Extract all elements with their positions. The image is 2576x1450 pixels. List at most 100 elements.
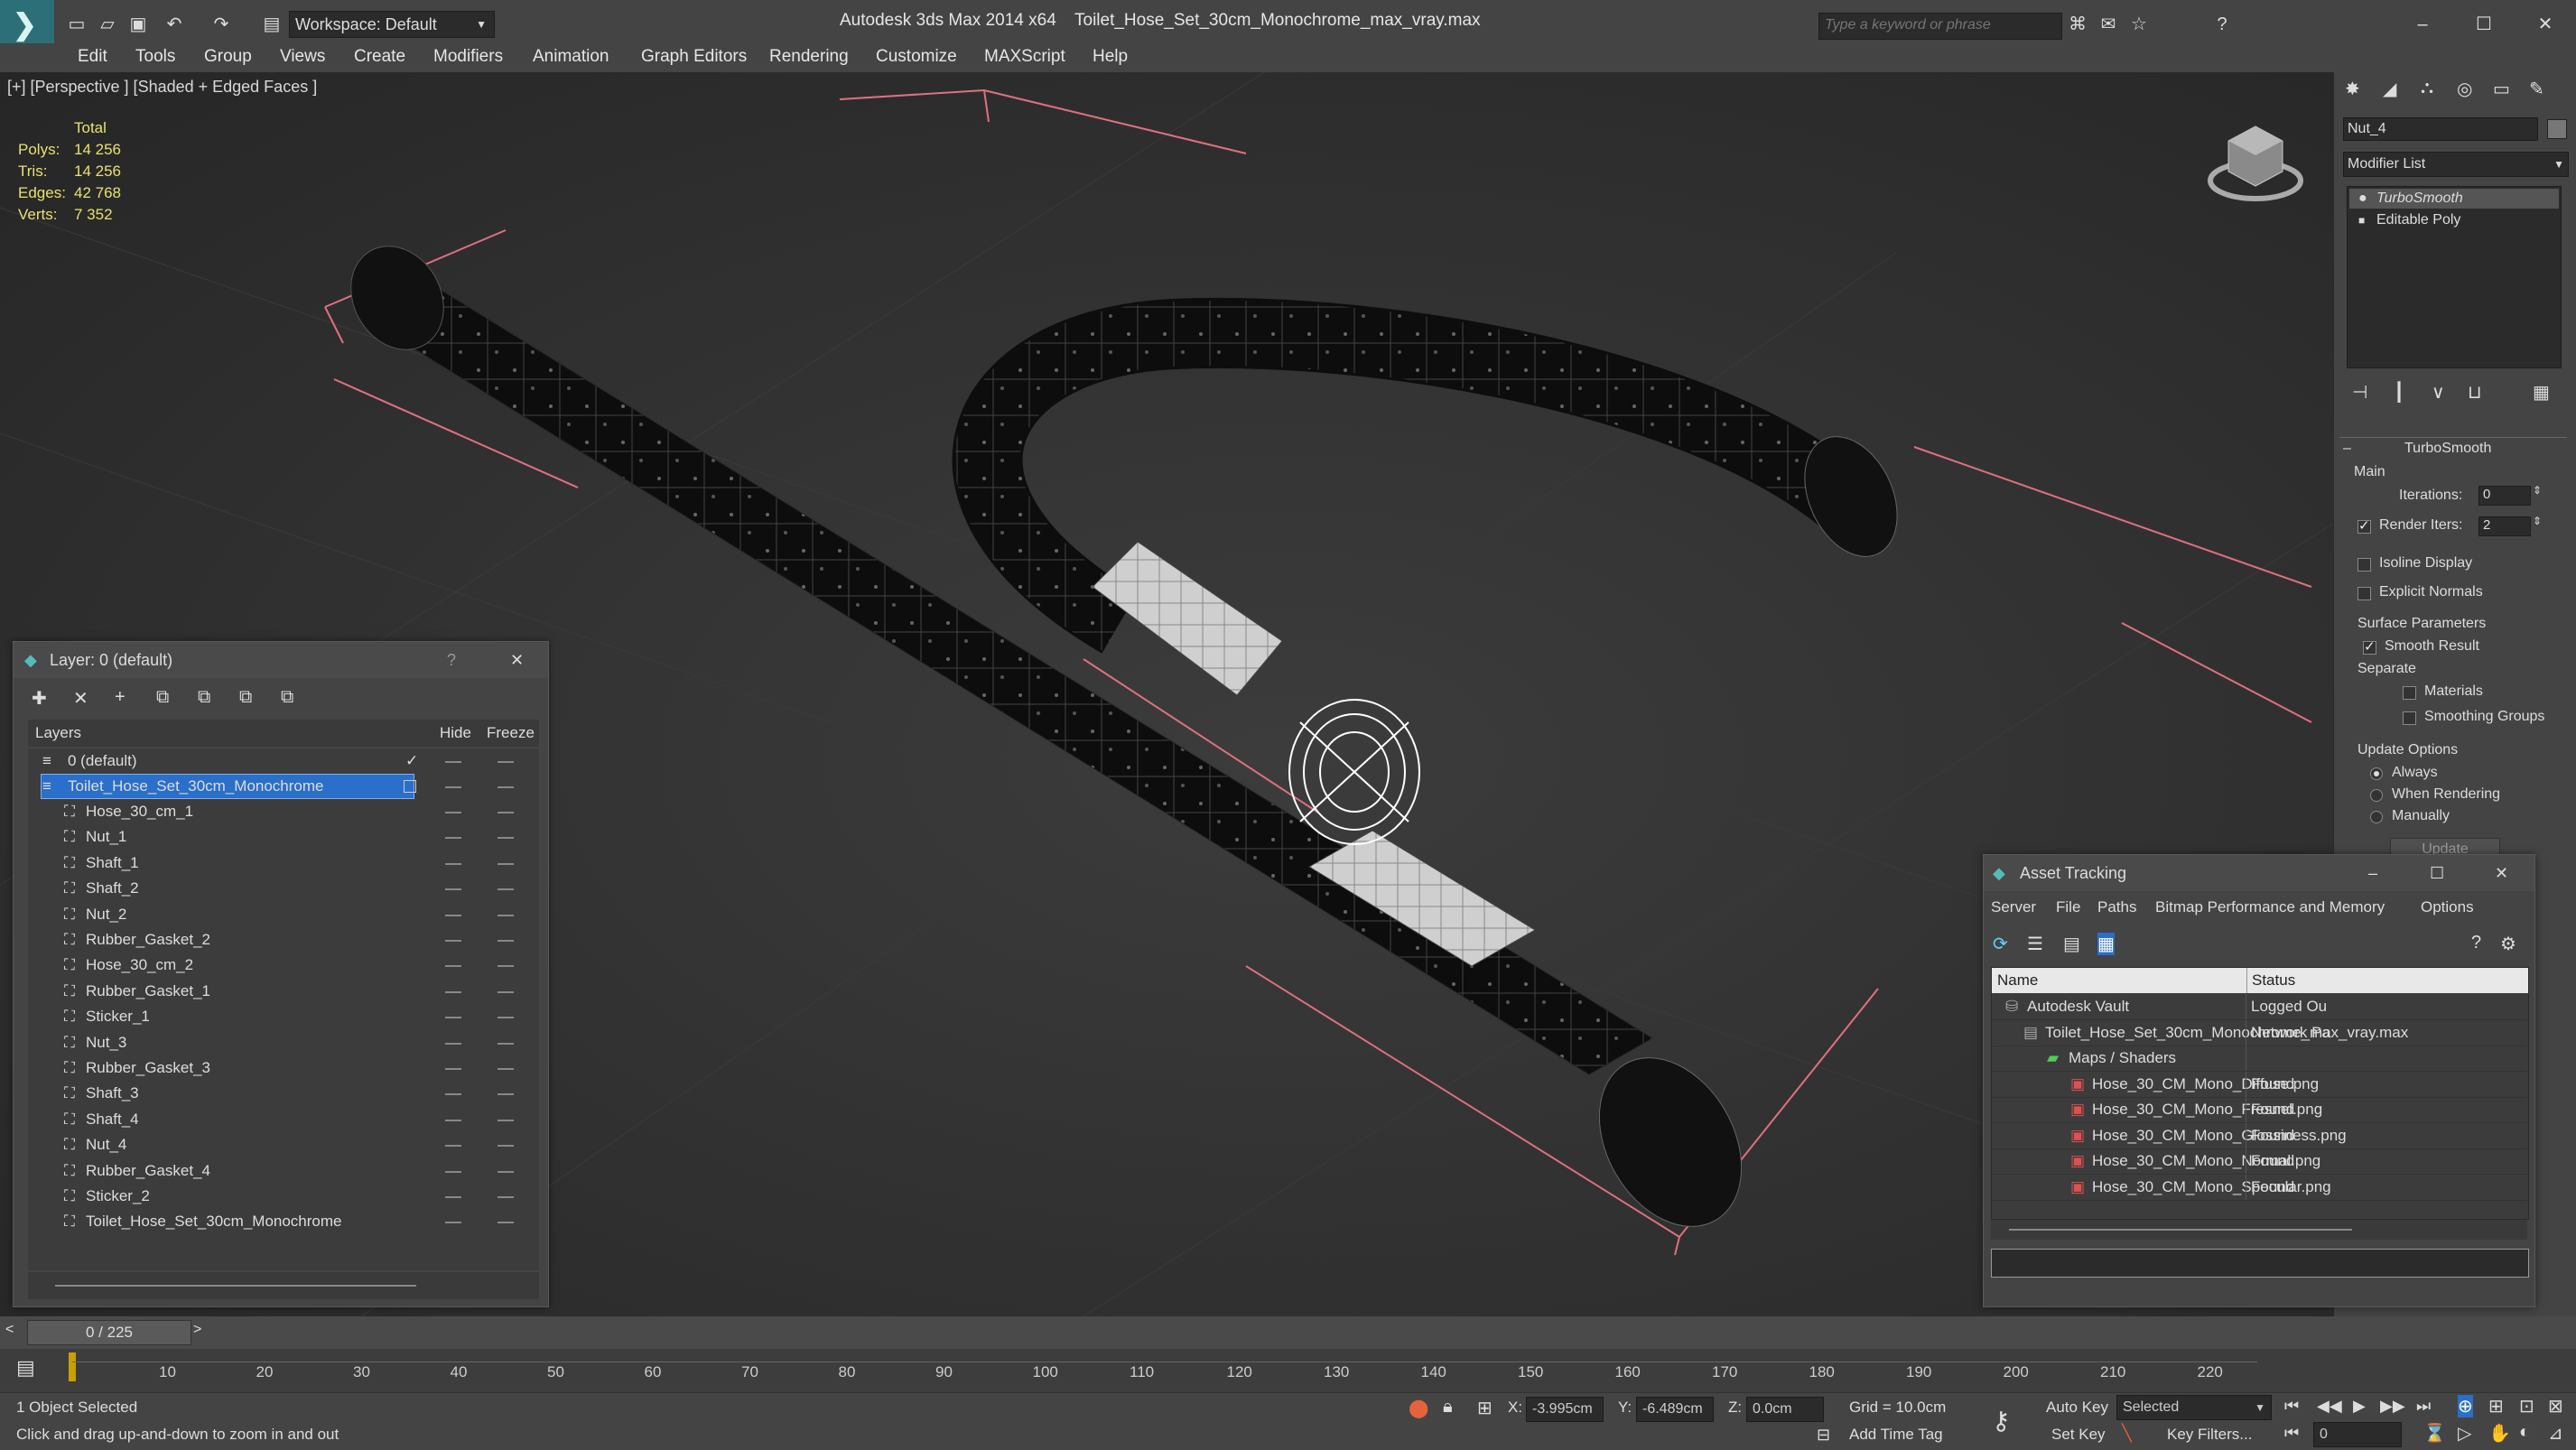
next-frame-icon[interactable]: > [193,1322,201,1338]
modifier-list-dropdown[interactable]: Modifier List ▼ [2343,152,2569,177]
pan-view-icon[interactable]: ✋ [2488,1422,2511,1445]
add-to-layer-icon[interactable]: + [115,687,126,708]
project-folder-icon[interactable]: ▤ [260,13,284,36]
viewcube-icon[interactable] [2207,117,2304,208]
table-view-icon[interactable]: ▦ [2097,933,2115,955]
layer-object-row[interactable]: ⛶ Nut_2 [28,902,539,927]
selection-lock-icon[interactable]: 🔒︎ [1443,1397,1453,1417]
go-to-end-icon[interactable]: ⏭ [2416,1397,2431,1416]
menu-views[interactable]: Views [273,43,332,70]
layer-object-row[interactable]: ⛶ Nut_4 [28,1132,539,1157]
time-slider-thumb[interactable]: 0 / 225 [27,1320,191,1345]
communication-center-icon[interactable]: ✉ [2097,13,2120,36]
layer-object-row[interactable]: ⛶ Shaft_3 [28,1081,539,1106]
freeze-toggle[interactable] [498,837,514,840]
menu-create[interactable]: Create [347,43,413,70]
key-selection-dropdown[interactable]: Selected ▼ [2116,1395,2272,1420]
explicit-normals-checkbox[interactable] [2357,587,2371,600]
layer-row-active[interactable]: ≡ Toilet_Hose_Set_30cm_Monochrome [28,774,539,799]
orbit-icon[interactable]: ◐ [2519,1422,2530,1443]
freeze-toggle[interactable] [498,990,514,993]
hide-toggle[interactable] [445,1017,461,1019]
col-status[interactable]: Status [2252,968,2295,993]
hide-toggle[interactable] [445,888,461,891]
freeze-toggle[interactable] [498,862,514,865]
close-icon[interactable]: ✕ [2495,855,2508,891]
layer-object-row[interactable]: ⛶ Rubber_Gasket_2 [28,927,539,953]
hide-toggle[interactable] [445,914,461,916]
refresh-icon[interactable]: ⟳ [1993,933,2008,955]
help-icon[interactable]: ? [447,642,456,678]
mini-curve-editor-icon[interactable]: ▤ [16,1356,35,1380]
col-layers[interactable]: Layers [35,720,81,747]
freeze-toggle[interactable] [498,965,514,968]
remove-modifier-icon[interactable]: ⊔ [2468,381,2482,404]
when-rendering-radio[interactable] [2370,789,2383,802]
hide-toggle[interactable] [445,1119,461,1121]
zoom-extents-icon[interactable]: ⊡ [2519,1395,2534,1417]
auto-key-button[interactable]: Auto Key [2046,1399,2108,1417]
workspace-dropdown[interactable]: Workspace: Default ▼ [289,11,495,38]
menu-graph-editors[interactable]: Graph Editors [634,43,754,70]
track-bar[interactable]: ▤ 10 20 30 40 50 60 70 80 90 100 110 120 130 140 150 16… [0,1349,2576,1392]
smoothing-groups-checkbox[interactable] [2403,711,2416,725]
hide-toggle[interactable] [445,940,461,942]
layer-object-row[interactable]: ⛶ Sticker_2 [28,1184,539,1209]
time-tag-icon[interactable]: ⊟ [1817,1426,1830,1445]
freeze-toggle[interactable] [498,1017,514,1019]
go-to-start-icon[interactable]: ⏮ [2284,1397,2299,1416]
motion-tab-icon[interactable]: ◎ [2457,78,2472,100]
hide-toggle[interactable] [445,862,461,865]
menu-rendering[interactable]: Rendering [762,43,856,70]
key-mode-toggle-icon[interactable]: ⏮ [2284,1424,2299,1443]
spinner-arrows-icon[interactable]: ⇕ [2533,515,2542,527]
redo-icon[interactable]: ↷ [209,13,233,36]
layer-object-row[interactable]: ⛶ Rubber_Gasket_4 [28,1158,539,1184]
asset-row[interactable]: ▣ Hose_30_CM_Mono_Glossiness.png Found [1991,1122,2527,1149]
undo-icon[interactable]: ↶ [163,13,186,36]
maximize-icon[interactable]: ☐ [2472,13,2496,36]
maximize-viewport-icon[interactable]: ⊿ [2548,1422,2563,1445]
freeze-toggle[interactable] [498,786,514,788]
minimize-icon[interactable]: – [2368,855,2377,891]
asset-row[interactable]: ▣ Hose_30_CM_Mono_Diffuse.png Found [1991,1071,2527,1098]
prev-frame-icon[interactable]: < [5,1322,14,1338]
isolate-selection-icon[interactable]: ⬤ [1409,1397,1428,1419]
absolute-mode-icon[interactable]: ⊞ [1477,1397,1493,1419]
new-file-icon[interactable]: ▭ [65,13,88,36]
layer-object-row[interactable]: ⛶ Shaft_1 [28,850,539,876]
always-radio[interactable] [2370,767,2383,780]
asset-row[interactable]: ▣ Hose_30_CM_Mono_Specular.png Found [1991,1174,2527,1201]
asset-row[interactable]: ▣ Hose_30_CM_Mono_Normal.png Found [1991,1148,2527,1175]
minimize-icon[interactable]: – [2411,13,2434,36]
layer-object-row[interactable]: ⛶ Toilet_Hose_Set_30cm_Monochrome [28,1209,539,1234]
freeze-toggle[interactable] [498,940,514,942]
asset-menu-paths[interactable]: Paths [2097,895,2136,920]
asset-scrollbar[interactable] [1991,1220,2527,1240]
col-name[interactable]: Name [1997,968,2038,993]
set-key-button[interactable]: Set Key [2051,1426,2106,1444]
display-tab-icon[interactable]: ▭ [2493,78,2510,100]
hide-toggle[interactable] [445,990,461,993]
hide-toggle[interactable] [445,1170,461,1173]
close-icon[interactable]: ✕ [510,642,524,678]
hide-toggle[interactable] [445,1196,461,1198]
configure-sets-icon[interactable]: ▦ [2533,381,2550,404]
freeze-toggle[interactable] [498,812,514,813]
freeze-all-icon[interactable]: ⧉ [281,687,293,708]
binoculars-icon[interactable]: ⌘ [2066,13,2089,36]
menu-tools[interactable]: Tools [128,43,182,70]
freeze-toggle[interactable] [498,1145,514,1148]
search-input[interactable] [1819,14,2052,37]
hide-toggle[interactable] [445,965,461,968]
y-coordinate-field[interactable]: -6.489cm [1636,1397,1714,1422]
asset-menu-options[interactable]: Options [2421,895,2474,920]
hide-toggle[interactable] [445,837,461,840]
asset-row[interactable]: ▤ Toilet_Hose_Set_30cm_Monochrome_max_vra… [1991,1019,2527,1046]
zoom-all-icon[interactable]: ⊞ [2488,1395,2504,1417]
layer-object-row[interactable]: ⛶ Shaft_2 [28,876,539,901]
zoom-extents-all-icon[interactable]: ⊠ [2548,1395,2563,1417]
layer-row-default[interactable]: ≡ 0 (default) ✓ [28,748,539,774]
modify-tab-icon[interactable]: ◢ [2383,78,2396,100]
asset-dialog-title-bar[interactable]: ◆ Asset Tracking – ☐ ✕ [1984,855,2534,891]
